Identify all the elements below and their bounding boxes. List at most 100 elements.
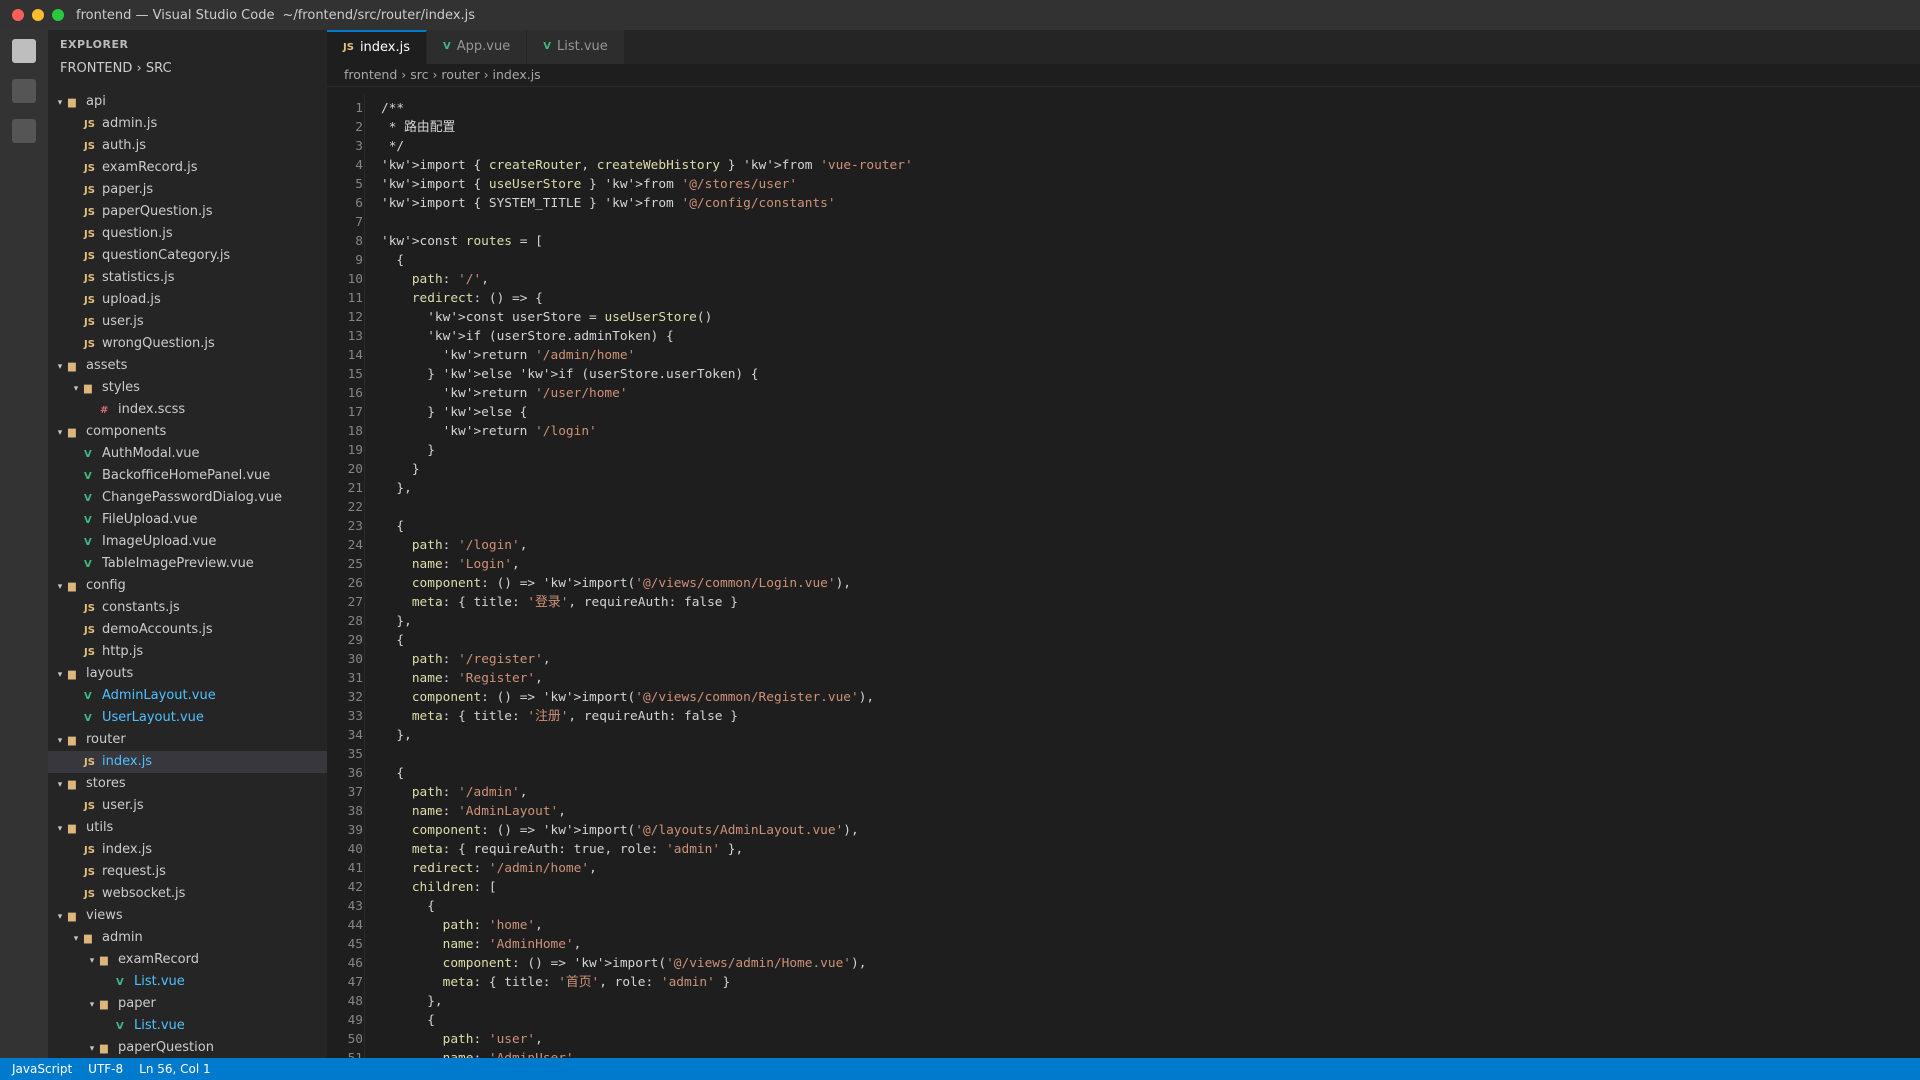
tree-folder[interactable]: ▾ ▆ layouts: [48, 663, 327, 685]
code-line[interactable]: name: 'AdminHome',: [381, 935, 913, 954]
code-editor[interactable]: 1 2 3 4 5 6 7 8 9 10 11 12 13 14 15 16 17 18 19 20 21 22 23 24 2…: [327, 95, 1920, 1058]
maximize-window-button[interactable]: [52, 9, 64, 21]
tree-folder[interactable]: ▾ ▆ utils: [48, 817, 327, 839]
tree-file[interactable]: JS http.js: [48, 641, 327, 663]
chevron-down-icon[interactable]: ▾: [68, 928, 84, 950]
code-line[interactable]: path: '/',: [381, 270, 913, 289]
code-line[interactable]: }: [381, 441, 913, 460]
code-line[interactable]: },: [381, 726, 913, 745]
chevron-down-icon[interactable]: ▾: [52, 730, 68, 752]
chevron-down-icon[interactable]: ▾: [84, 1038, 100, 1058]
tree-folder[interactable]: ▾ ▆ router: [48, 729, 327, 751]
code-line[interactable]: {: [381, 251, 913, 270]
code-line[interactable]: path: '/register',: [381, 650, 913, 669]
editor-tab[interactable]: V List.vue: [527, 30, 625, 64]
tree-file[interactable]: V List.vue: [48, 1015, 327, 1037]
tree-file[interactable]: V List.vue: [48, 971, 327, 993]
source-control-icon[interactable]: [12, 119, 36, 143]
code-line[interactable]: component: () => 'kw'>import('@/views/co…: [381, 574, 913, 593]
code-line[interactable]: redirect: '/admin/home',: [381, 859, 913, 878]
tree-folder[interactable]: ▾ ▆ views: [48, 905, 327, 927]
code-line[interactable]: 'kw'>import { useUserStore } 'kw'>from '…: [381, 175, 913, 194]
tree-file[interactable]: JS upload.js: [48, 289, 327, 311]
code-line[interactable]: name: 'Login',: [381, 555, 913, 574]
code-line[interactable]: {: [381, 764, 913, 783]
tree-file[interactable]: JS examRecord.js: [48, 157, 327, 179]
tree-file[interactable]: JS user.js: [48, 795, 327, 817]
code-line[interactable]: meta: { title: '注册', requireAuth: false …: [381, 707, 913, 726]
tree-file[interactable]: JS admin.js: [48, 113, 327, 135]
code-line[interactable]: {: [381, 1011, 913, 1030]
tree-file[interactable]: V ChangePasswordDialog.vue: [48, 487, 327, 509]
code-line[interactable]: redirect: () => {: [381, 289, 913, 308]
chevron-down-icon[interactable]: ▾: [52, 356, 68, 378]
code-line[interactable]: component: () => 'kw'>import('@/layouts/…: [381, 821, 913, 840]
chevron-down-icon[interactable]: ▾: [52, 664, 68, 686]
tree-file[interactable]: JS statistics.js: [48, 267, 327, 289]
tree-file[interactable]: V TableImagePreview.vue: [48, 553, 327, 575]
code-line[interactable]: path: 'user',: [381, 1030, 913, 1049]
code-line[interactable]: component: () => 'kw'>import('@/views/co…: [381, 688, 913, 707]
editor-tab[interactable]: JS index.js: [327, 30, 428, 64]
code-line[interactable]: [381, 498, 913, 517]
code-line[interactable]: 'kw'>return '/login': [381, 422, 913, 441]
code-line[interactable]: {: [381, 517, 913, 536]
code-line[interactable]: },: [381, 612, 913, 631]
code-line[interactable]: 'kw'>if (userStore.adminToken) {: [381, 327, 913, 346]
code-line[interactable]: path: 'home',: [381, 916, 913, 935]
tree-file[interactable]: JS questionCategory.js: [48, 245, 327, 267]
tree-file[interactable]: V AuthModal.vue: [48, 443, 327, 465]
chevron-down-icon[interactable]: ▾: [52, 92, 68, 114]
code-line[interactable]: },: [381, 479, 913, 498]
tree-file[interactable]: JS request.js: [48, 861, 327, 883]
code-line[interactable]: children: [: [381, 878, 913, 897]
code-line[interactable]: 'kw'>import { createRouter, createWebHis…: [381, 156, 913, 175]
tree-file[interactable]: JS question.js: [48, 223, 327, 245]
tree-file[interactable]: V ImageUpload.vue: [48, 531, 327, 553]
code-line[interactable]: meta: { title: '登录', requireAuth: false …: [381, 593, 913, 612]
code-line[interactable]: path: '/admin',: [381, 783, 913, 802]
code-line[interactable]: },: [381, 992, 913, 1011]
close-window-button[interactable]: [12, 9, 24, 21]
minimize-window-button[interactable]: [32, 9, 44, 21]
status-encoding[interactable]: UTF-8: [88, 1062, 123, 1076]
tree-folder[interactable]: ▾ ▆ paperQuestion: [48, 1037, 327, 1058]
explorer-icon[interactable]: [12, 39, 36, 63]
search-icon[interactable]: [12, 79, 36, 103]
tree-folder[interactable]: ▾ ▆ components: [48, 421, 327, 443]
status-position[interactable]: Ln 56, Col 1: [139, 1062, 211, 1076]
code-line[interactable]: /**: [381, 99, 913, 118]
chevron-down-icon[interactable]: ▾: [52, 576, 68, 598]
chevron-down-icon[interactable]: ▾: [52, 774, 68, 796]
code-line[interactable]: 'kw'>return '/admin/home': [381, 346, 913, 365]
code-line[interactable]: {: [381, 897, 913, 916]
code-line[interactable]: * 路由配置: [381, 118, 913, 137]
code-line[interactable]: name: 'Register',: [381, 669, 913, 688]
chevron-down-icon[interactable]: ▾: [84, 994, 100, 1016]
code-line[interactable]: path: '/login',: [381, 536, 913, 555]
explorer-root[interactable]: FRONTEND › SRC: [48, 58, 327, 80]
code-line[interactable]: } 'kw'>else {: [381, 403, 913, 422]
code-line[interactable]: }: [381, 460, 913, 479]
tree-file[interactable]: JS index.js: [48, 751, 327, 773]
tree-file[interactable]: JS websocket.js: [48, 883, 327, 905]
tree-folder[interactable]: ▾ ▆ paper: [48, 993, 327, 1015]
code-line[interactable]: [381, 745, 913, 764]
code-line[interactable]: */: [381, 137, 913, 156]
tree-file[interactable]: JS index.js: [48, 839, 327, 861]
chevron-down-icon[interactable]: ▾: [52, 818, 68, 840]
code-line[interactable]: } 'kw'>else 'kw'>if (userStore.userToken…: [381, 365, 913, 384]
status-language[interactable]: JavaScript: [12, 1062, 72, 1076]
code-line[interactable]: 'kw'>const routes = [: [381, 232, 913, 251]
tree-folder[interactable]: ▾ ▆ assets: [48, 355, 327, 377]
code-lines[interactable]: /** * 路由配置 */'kw'>import { createRouter,…: [381, 99, 913, 1058]
code-line[interactable]: component: () => 'kw'>import('@/views/ad…: [381, 954, 913, 973]
tree-file[interactable]: V FileUpload.vue: [48, 509, 327, 531]
code-line[interactable]: meta: { requireAuth: true, role: 'admin'…: [381, 840, 913, 859]
tree-file[interactable]: JS paper.js: [48, 179, 327, 201]
tree-file[interactable]: V UserLayout.vue: [48, 707, 327, 729]
tree-folder[interactable]: ▾ ▆ api: [48, 91, 327, 113]
code-line[interactable]: 'kw'>return '/user/home': [381, 384, 913, 403]
chevron-down-icon[interactable]: ▾: [68, 378, 84, 400]
tree-file[interactable]: JS wrongQuestion.js: [48, 333, 327, 355]
